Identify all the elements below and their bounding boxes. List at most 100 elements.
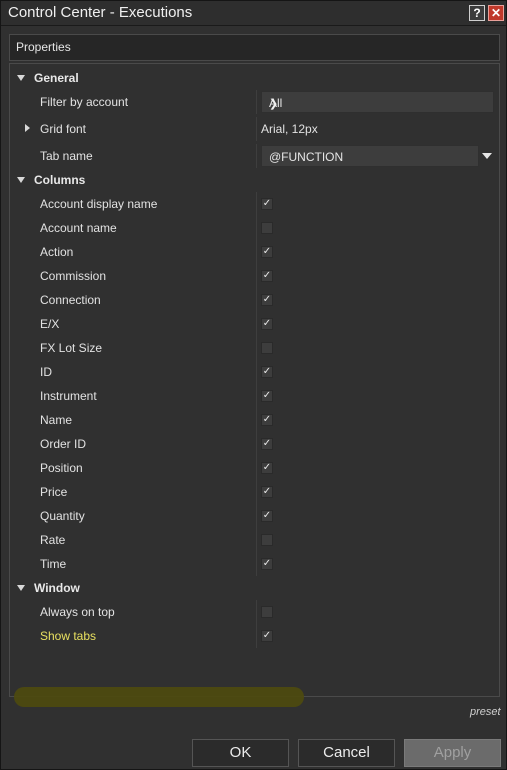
property-label: Filter by account — [40, 95, 129, 109]
property-label: Rate — [40, 533, 66, 547]
property-label: Time — [40, 557, 67, 571]
column-checkbox[interactable]: ✓ — [261, 486, 273, 498]
property-label: Connection — [40, 293, 101, 307]
dropdown-arrow-icon[interactable] — [482, 153, 492, 159]
always-on-top-checkbox[interactable] — [261, 606, 273, 618]
column-checkbox[interactable]: ✓ — [261, 318, 273, 330]
property-label: Instrument — [40, 389, 97, 403]
column-row: E/X ✓ — [10, 312, 499, 336]
apply-button[interactable]: Apply — [404, 739, 501, 767]
properties-header: Properties — [9, 34, 500, 61]
close-button[interactable]: ✕ — [488, 5, 504, 21]
column-divider[interactable] — [256, 432, 257, 456]
grid-font-value[interactable]: Arial, 12px — [261, 122, 318, 136]
filter-by-account-select[interactable]: All ❯ — [261, 91, 494, 113]
column-divider[interactable] — [256, 264, 257, 288]
property-label: Grid font — [40, 122, 87, 136]
column-divider[interactable] — [256, 117, 257, 141]
property-label: Tab name — [40, 149, 93, 163]
preset-link[interactable]: preset — [470, 706, 501, 718]
column-checkbox[interactable]: ✓ — [261, 246, 273, 258]
column-divider[interactable] — [256, 216, 257, 240]
column-divider[interactable] — [256, 192, 257, 216]
properties-title: Properties — [16, 40, 71, 54]
column-row: Position ✓ — [10, 456, 499, 480]
column-row: Account name — [10, 216, 499, 240]
property-grid: General Filter by account All ❯ Grid fon… — [9, 63, 500, 707]
column-divider[interactable] — [256, 456, 257, 480]
cancel-button[interactable]: Cancel — [298, 739, 395, 767]
category-columns[interactable]: Columns — [10, 168, 499, 192]
column-row: FX Lot Size — [10, 336, 499, 360]
category-label: Window — [34, 581, 80, 595]
column-divider[interactable] — [256, 90, 257, 114]
property-label: Quantity — [40, 509, 85, 523]
window-title: Control Center - Executions — [8, 4, 193, 21]
column-divider[interactable] — [256, 552, 257, 576]
collapse-icon[interactable] — [17, 177, 25, 183]
chevron-down-icon[interactable]: ❯ — [269, 97, 488, 110]
column-divider[interactable] — [256, 528, 257, 552]
property-label: E/X — [40, 317, 60, 331]
category-general[interactable]: General — [10, 66, 499, 90]
column-checkbox[interactable]: ✓ — [261, 270, 273, 282]
column-checkbox[interactable]: ✓ — [261, 510, 273, 522]
property-label: Price — [40, 485, 68, 499]
column-divider[interactable] — [256, 336, 257, 360]
column-divider[interactable] — [256, 312, 257, 336]
property-label: Action — [40, 245, 74, 259]
column-divider[interactable] — [256, 600, 257, 624]
show-tabs-highlight — [14, 687, 304, 707]
help-button[interactable]: ? — [469, 5, 485, 21]
column-checkbox[interactable]: ✓ — [261, 558, 273, 570]
column-checkbox[interactable]: ✓ — [261, 366, 273, 378]
column-row: Name ✓ — [10, 408, 499, 432]
category-label: Columns — [34, 173, 86, 187]
column-row: Instrument ✓ — [10, 384, 499, 408]
show-tabs-checkbox[interactable]: ✓ — [261, 630, 273, 642]
column-divider[interactable] — [256, 408, 257, 432]
column-row: Price ✓ — [10, 480, 499, 504]
column-checkbox[interactable]: ✓ — [261, 294, 273, 306]
ok-button[interactable]: OK — [192, 739, 289, 767]
property-label: Show tabs — [40, 629, 97, 643]
column-row: Order ID ✓ — [10, 432, 499, 456]
property-label: Account display name — [40, 197, 158, 211]
property-label: Always on top — [40, 605, 115, 619]
property-label: FX Lot Size — [40, 341, 103, 355]
property-label: Name — [40, 413, 73, 427]
expand-icon[interactable] — [25, 124, 30, 132]
tab-name-input[interactable]: @FUNCTION — [261, 145, 479, 167]
property-tab-name: Tab name @FUNCTION — [10, 144, 499, 168]
collapse-icon[interactable] — [17, 75, 25, 81]
column-checkbox[interactable] — [261, 342, 273, 354]
column-divider[interactable] — [256, 240, 257, 264]
column-checkbox[interactable]: ✓ — [261, 198, 273, 210]
property-label: ID — [40, 365, 52, 379]
control-center-window: Control Center - Executions ? ✕ Properti… — [0, 0, 507, 770]
column-checkbox[interactable] — [261, 534, 273, 546]
property-grid-font: Grid font Arial, 12px — [10, 117, 499, 141]
input-value: @FUNCTION — [269, 150, 344, 164]
collapse-icon[interactable] — [17, 585, 25, 591]
column-divider[interactable] — [256, 504, 257, 528]
column-divider[interactable] — [256, 480, 257, 504]
property-label: Position — [40, 461, 83, 475]
property-label: Order ID — [40, 437, 87, 451]
column-checkbox[interactable]: ✓ — [261, 462, 273, 474]
property-label: Commission — [40, 269, 107, 283]
category-window[interactable]: Window — [10, 576, 499, 600]
column-checkbox[interactable]: ✓ — [261, 390, 273, 402]
column-divider[interactable] — [256, 288, 257, 312]
column-divider[interactable] — [256, 624, 257, 648]
column-checkbox[interactable] — [261, 222, 273, 234]
column-divider[interactable] — [256, 360, 257, 384]
title-bar: Control Center - Executions ? ✕ — [1, 1, 506, 26]
column-row: Time ✓ — [10, 552, 499, 576]
property-show-tabs: Show tabs ✓ — [10, 624, 499, 648]
column-checkbox[interactable]: ✓ — [261, 438, 273, 450]
column-divider[interactable] — [256, 384, 257, 408]
column-row: ID ✓ — [10, 360, 499, 384]
column-checkbox[interactable]: ✓ — [261, 414, 273, 426]
column-divider[interactable] — [256, 144, 257, 168]
